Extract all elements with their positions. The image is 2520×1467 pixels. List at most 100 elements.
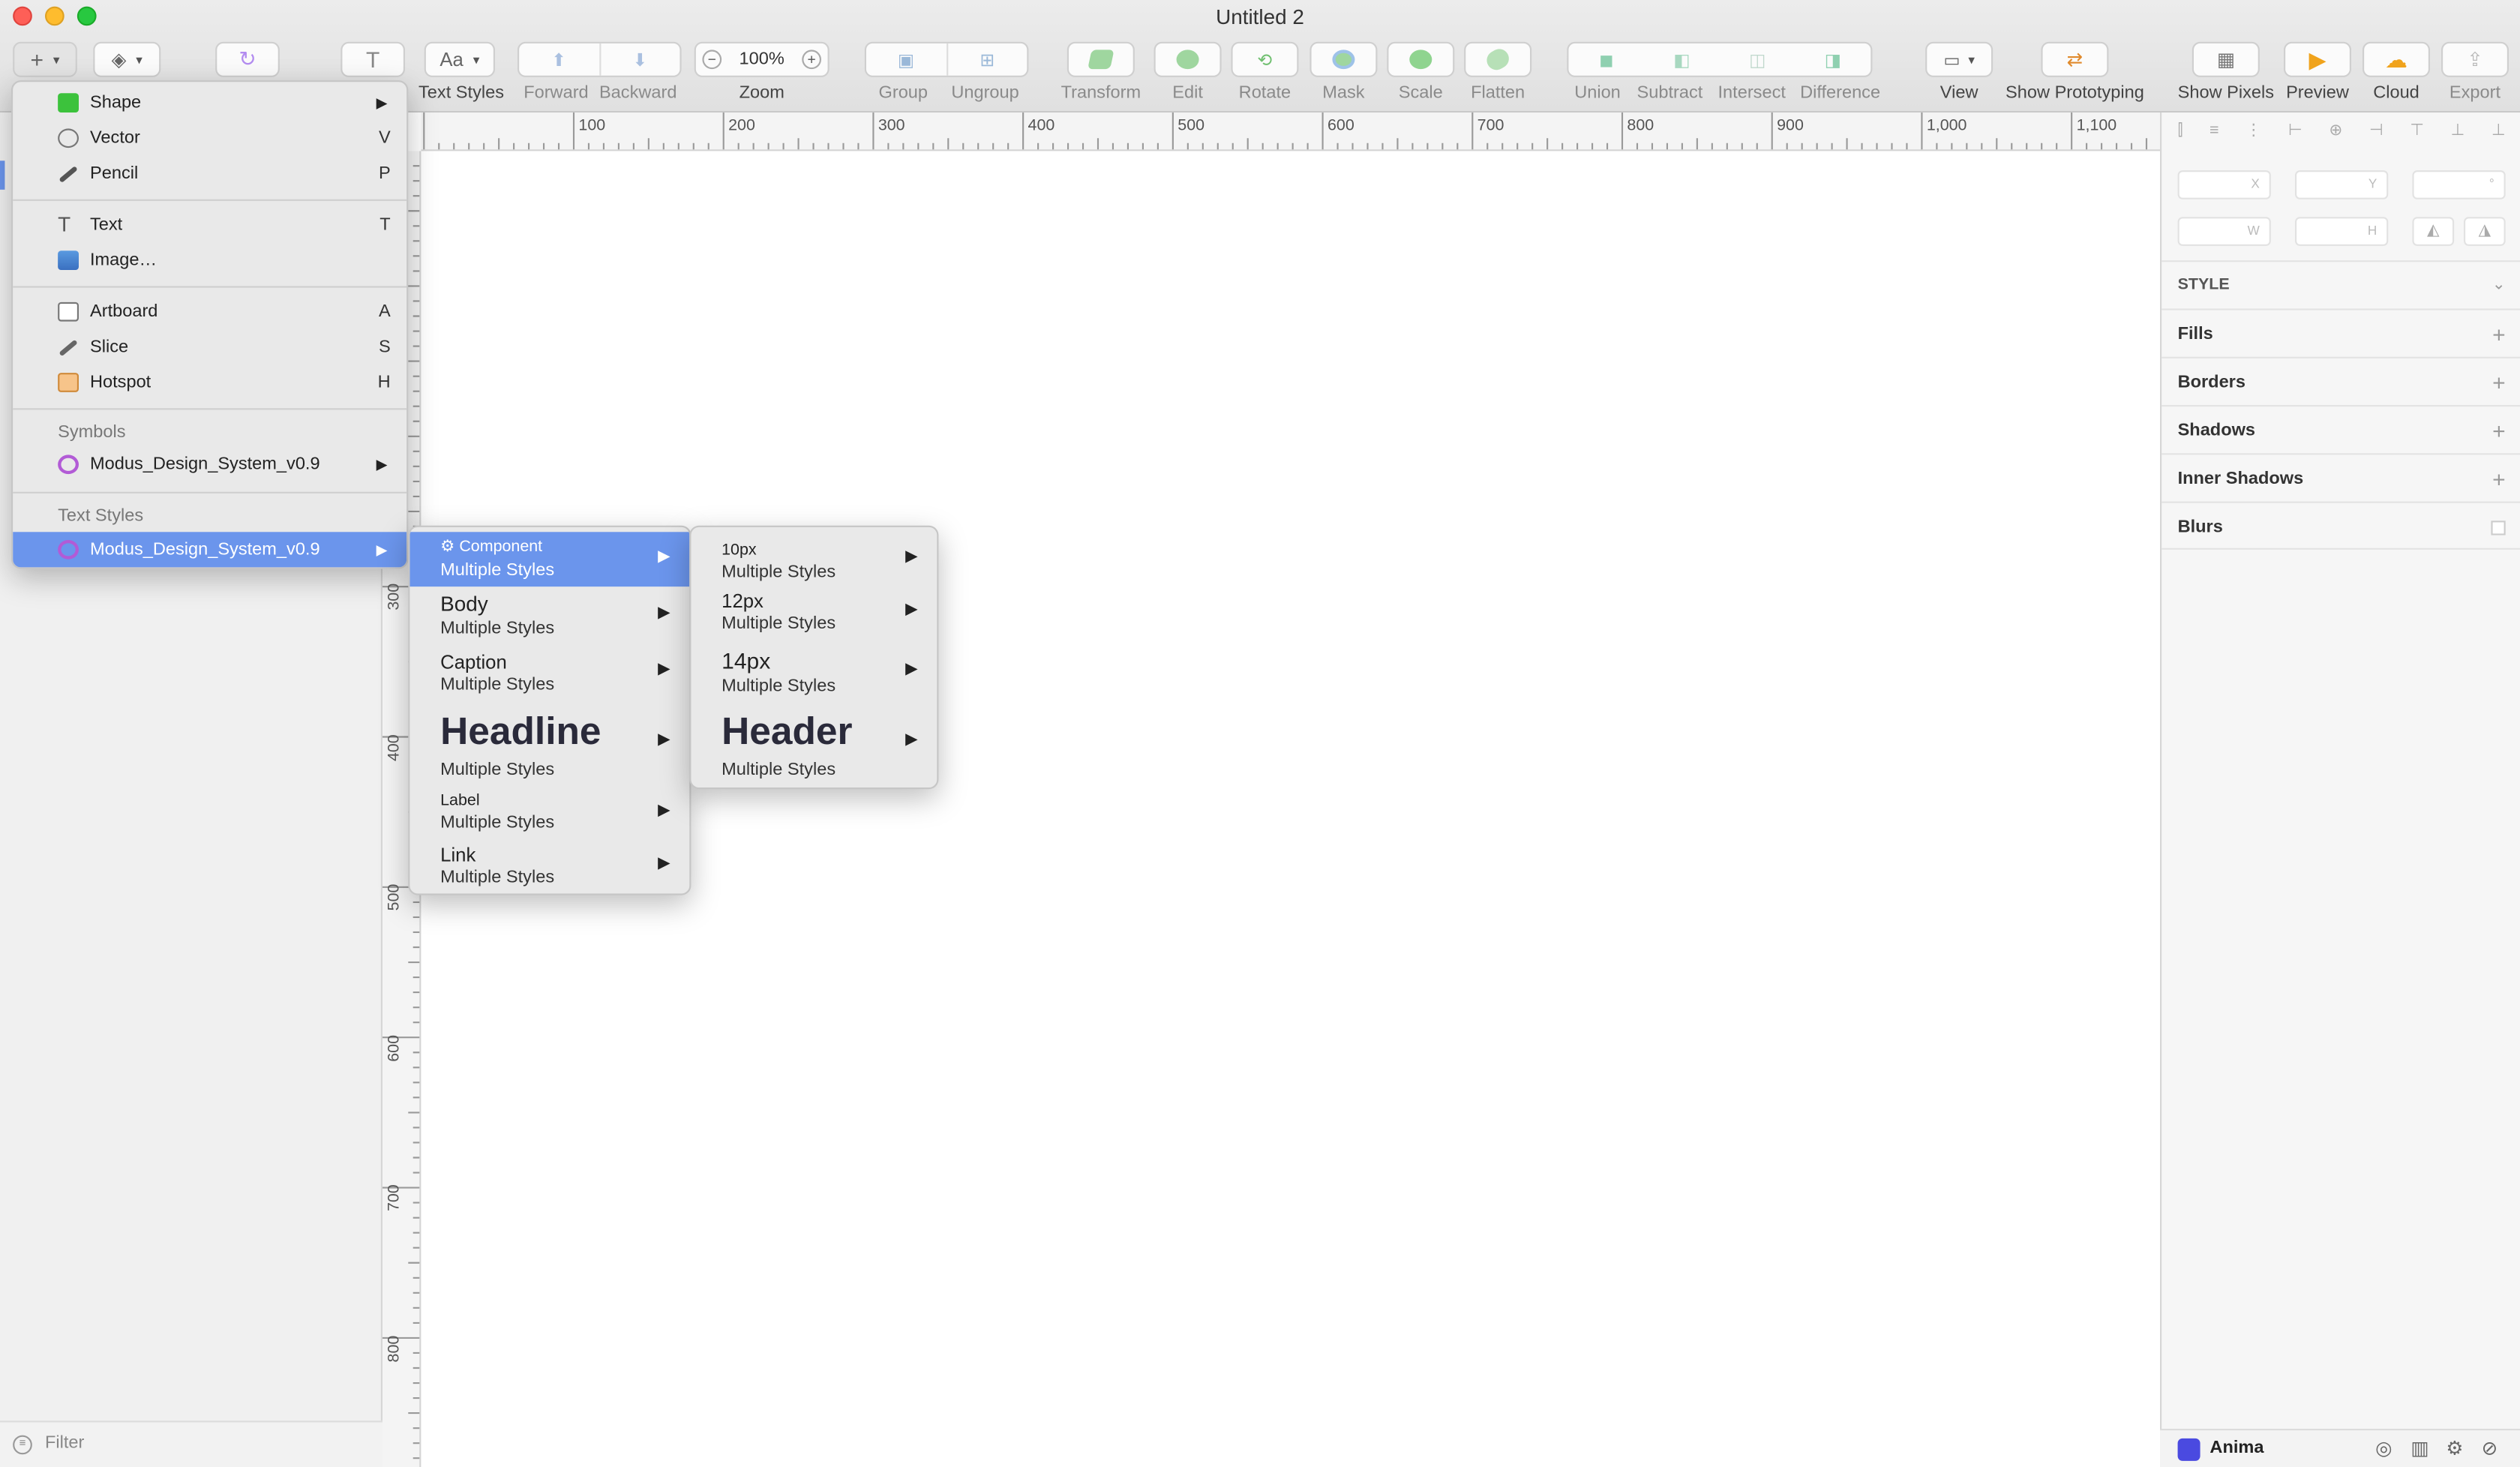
align-top-icon[interactable]: ⊤	[2410, 122, 2424, 145]
12px-subtitle: Multiple Styles	[722, 614, 836, 634]
flatten-button[interactable]	[1464, 41, 1532, 77]
blurs-section[interactable]: Blurs	[2162, 501, 2520, 550]
menu-item-text[interactable]: T Text T	[13, 207, 406, 242]
filter-input[interactable]: Filter	[45, 1433, 84, 1453]
show-pixels-button[interactable]: ▦	[2192, 41, 2260, 77]
submenu-item-link[interactable]: Link Multiple Styles ▶	[410, 842, 689, 894]
cloud-button[interactable]: ☁	[2362, 41, 2430, 77]
align-more-icon[interactable]: ⋮	[2246, 122, 2261, 145]
align-center-icon[interactable]: ⊕	[2329, 122, 2342, 145]
difference-icon[interactable]: ◨	[1796, 49, 1871, 70]
zoom-out-icon[interactable]: −	[702, 50, 722, 70]
forward-icon[interactable]: ⬆	[519, 49, 598, 70]
menu-item-image[interactable]: Image…	[13, 243, 406, 278]
style-header[interactable]: STYLE ⌄	[2162, 260, 2520, 308]
gear-icon[interactable]: ⚙	[2446, 1437, 2463, 1460]
backward-icon[interactable]: ⬇	[600, 49, 680, 70]
align-middle-icon[interactable]: ⊥	[2451, 122, 2465, 145]
columns-icon[interactable]: ▥	[2410, 1437, 2428, 1460]
scale-button[interactable]	[1387, 41, 1455, 77]
chevron-down-icon: ▾	[1968, 52, 1975, 67]
prototyping-icon: ⇄	[2066, 48, 2084, 71]
menu-item-artboard[interactable]: Artboard A	[13, 294, 406, 329]
group-label: Group	[878, 83, 928, 104]
union-icon[interactable]: ◼	[1568, 49, 1644, 70]
pencil-icon	[58, 166, 78, 183]
intersect-icon[interactable]: ◫	[1720, 49, 1796, 70]
ungroup-icon[interactable]: ⊞	[947, 49, 1027, 70]
shadows-section[interactable]: Shadows +	[2162, 405, 2520, 453]
export-button[interactable]: ⇪	[2441, 41, 2509, 77]
menu-item-symbols-library[interactable]: Modus_Design_System_v0.9 ▶	[13, 447, 406, 482]
flip-vertical-icon[interactable]: ◮	[2464, 217, 2506, 246]
submenu-item-header[interactable]: Header Multiple Styles ▶	[691, 707, 937, 788]
text-styles-button[interactable]: Aa ▾	[424, 41, 495, 77]
submenu-item-label[interactable]: Label Multiple Styles ▶	[410, 789, 689, 841]
caption-subtitle: Multiple Styles	[440, 675, 555, 694]
add-border-icon[interactable]: +	[2492, 358, 2506, 406]
mask-button[interactable]	[1310, 41, 1378, 77]
submenu-item-caption[interactable]: Caption Multiple Styles ▶	[410, 646, 689, 700]
borders-section[interactable]: Borders +	[2162, 356, 2520, 406]
menu-item-shape[interactable]: Shape ▶	[13, 86, 406, 121]
group-icon[interactable]: ▣	[866, 49, 946, 70]
align-right-edge-icon[interactable]: ⊣	[2369, 122, 2384, 145]
menu-item-text-styles-library[interactable]: Modus_Design_System_v0.9 ▶	[13, 532, 407, 568]
rotation-field[interactable]: °	[2412, 170, 2506, 200]
fills-section[interactable]: Fills +	[2162, 308, 2520, 356]
transform-button[interactable]	[1066, 41, 1135, 77]
menu-item-hotspot[interactable]: Hotspot H	[13, 364, 406, 400]
horizontal-ruler	[421, 112, 2161, 152]
blur-checkbox[interactable]	[2491, 520, 2506, 536]
menu-item-pencil[interactable]: Pencil P	[13, 156, 406, 191]
menu-separator	[13, 286, 407, 288]
rotate-label: Rotate	[1238, 83, 1292, 104]
anima-label[interactable]: Anima	[2210, 1438, 2264, 1458]
submenu-item-10px[interactable]: 10px Multiple Styles ▶	[691, 532, 937, 586]
submenu-arrow-icon: ▶	[905, 730, 918, 749]
symbol-sync-button[interactable]: ↻	[215, 41, 280, 77]
x-field[interactable]: X	[2177, 170, 2271, 200]
edit-button[interactable]	[1154, 41, 1222, 77]
zoom-control: − 100% +	[694, 41, 830, 77]
align-left-icon[interactable]: ⫿	[2178, 122, 2183, 145]
shortcut-label: H	[377, 373, 391, 392]
menu-item-slice[interactable]: Slice S	[13, 329, 406, 364]
circle-icon[interactable]: ◎	[2375, 1437, 2392, 1460]
gear-icon: ⚙	[440, 538, 455, 556]
show-pixels-label: Show Pixels	[2177, 83, 2275, 104]
show-prototyping-button[interactable]: ⇄	[2041, 41, 2109, 77]
submenu-item-body[interactable]: Body Multiple Styles ▶	[410, 588, 689, 643]
layers-button[interactable]: ◈ ▾	[93, 41, 161, 77]
component-title: ⚙ Component	[440, 538, 542, 556]
insert-button[interactable]: + ▾	[13, 41, 77, 77]
add-shadow-icon[interactable]: +	[2492, 406, 2506, 454]
subtract-icon[interactable]: ◧	[1644, 49, 1720, 70]
text-tool-button[interactable]: T	[340, 41, 405, 77]
height-field[interactable]: H	[2295, 217, 2389, 246]
submenu-item-14px[interactable]: 14px Multiple Styles ▶	[691, 646, 937, 700]
width-field[interactable]: W	[2177, 217, 2271, 246]
arrange-segment: ⬆ ⬇	[518, 41, 682, 77]
label-title: Label	[440, 792, 480, 810]
distribute-icon[interactable]: ≡	[2210, 122, 2219, 145]
view-button[interactable]: ▭ ▾	[1925, 41, 1994, 77]
preview-button[interactable]: ▶	[2284, 41, 2351, 77]
add-fill-icon[interactable]: +	[2492, 310, 2506, 358]
flip-horizontal-icon[interactable]: ◭	[2412, 217, 2455, 246]
submenu-item-component[interactable]: ⚙ Component Multiple Styles ▶	[410, 532, 690, 587]
no-sync-icon[interactable]: ⊘	[2482, 1437, 2498, 1460]
rotate-button[interactable]: ⟲	[1231, 41, 1299, 77]
align-bottom-icon[interactable]: ⊥	[2492, 122, 2506, 145]
submenu-item-12px[interactable]: 12px Multiple Styles ▶	[691, 588, 937, 643]
ruler-label: 800	[386, 1334, 404, 1362]
shortcut-label: S	[378, 338, 391, 357]
anima-icon[interactable]	[2177, 1438, 2200, 1461]
y-field[interactable]: Y	[2295, 170, 2389, 200]
inner-shadows-section[interactable]: Inner Shadows +	[2162, 453, 2520, 501]
add-inner-shadow-icon[interactable]: +	[2492, 454, 2506, 502]
zoom-in-icon[interactable]: +	[802, 50, 821, 70]
align-left-edge-icon[interactable]: ⊢	[2288, 122, 2302, 145]
menu-item-vector[interactable]: Vector V	[13, 121, 406, 156]
submenu-item-headline[interactable]: Headline Multiple Styles ▶	[410, 707, 689, 788]
